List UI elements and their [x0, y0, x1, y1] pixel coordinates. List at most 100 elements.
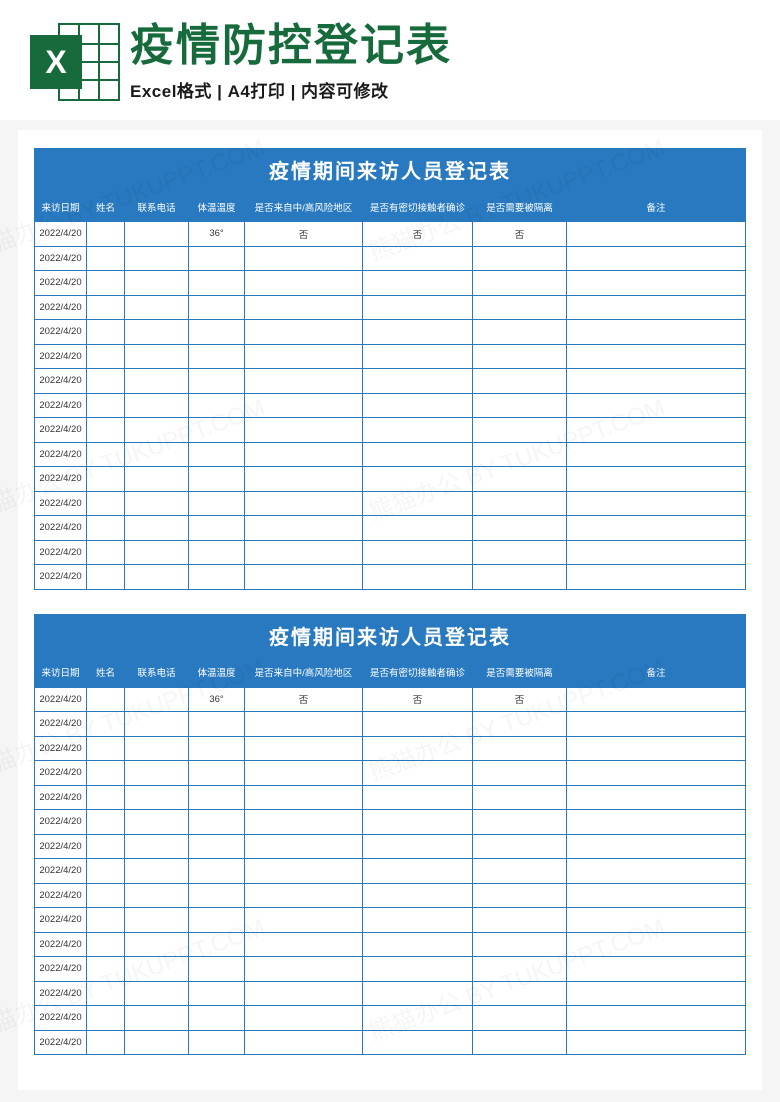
table-row: 2022/4/20 — [35, 883, 746, 908]
cell-date: 2022/4/20 — [35, 883, 87, 908]
cell-date: 2022/4/20 — [35, 957, 87, 982]
cell-date: 2022/4/20 — [35, 712, 87, 737]
table-row: 2022/4/20 — [35, 271, 746, 296]
cell-contact — [363, 246, 473, 271]
table-row: 2022/4/20 — [35, 736, 746, 761]
cell-contact — [363, 859, 473, 884]
cell-name — [87, 810, 125, 835]
table-row: 2022/4/20 — [35, 369, 746, 394]
column-header: 体温温度 — [189, 192, 245, 222]
cell-name — [87, 957, 125, 982]
cell-contact — [363, 320, 473, 345]
excel-icon-letter: X — [45, 44, 66, 81]
template-subtitle: Excel格式 | A4打印 | 内容可修改 — [130, 77, 750, 102]
cell-contact — [363, 442, 473, 467]
cell-phone — [125, 222, 189, 247]
cell-date: 2022/4/20 — [35, 393, 87, 418]
cell-name — [87, 369, 125, 394]
cell-phone — [125, 687, 189, 712]
cell-note — [567, 442, 746, 467]
cell-phone — [125, 736, 189, 761]
cell-phone — [125, 1030, 189, 1055]
cell-contact — [363, 271, 473, 296]
cell-quarantine — [473, 271, 567, 296]
cell-risk — [245, 565, 363, 590]
cell-date: 2022/4/20 — [35, 1006, 87, 1031]
cell-contact — [363, 467, 473, 492]
cell-quarantine — [473, 516, 567, 541]
cell-phone — [125, 271, 189, 296]
table-row: 2022/4/2036°否否否 — [35, 687, 746, 712]
cell-note — [567, 320, 746, 345]
column-header: 是否来自中/高风险地区 — [245, 657, 363, 687]
cell-date: 2022/4/20 — [35, 271, 87, 296]
cell-note — [567, 418, 746, 443]
cell-quarantine: 否 — [473, 687, 567, 712]
table-row: 2022/4/20 — [35, 344, 746, 369]
cell-contact: 否 — [363, 687, 473, 712]
cell-name — [87, 785, 125, 810]
cell-name — [87, 467, 125, 492]
cell-date: 2022/4/20 — [35, 810, 87, 835]
cell-contact — [363, 785, 473, 810]
cell-contact — [363, 981, 473, 1006]
cell-name — [87, 320, 125, 345]
cell-date: 2022/4/20 — [35, 491, 87, 516]
cell-quarantine — [473, 883, 567, 908]
registration-table: 来访日期姓名联系电话体温温度是否来自中/高风险地区是否有密切接触者确诊是否需要被… — [34, 191, 746, 590]
cell-date: 2022/4/20 — [35, 834, 87, 859]
cell-name — [87, 687, 125, 712]
cell-quarantine — [473, 344, 567, 369]
cell-name — [87, 761, 125, 786]
cell-contact — [363, 393, 473, 418]
cell-risk — [245, 271, 363, 296]
column-header: 备注 — [567, 192, 746, 222]
cell-risk — [245, 516, 363, 541]
table-row: 2022/4/20 — [35, 810, 746, 835]
cell-name — [87, 1006, 125, 1031]
cell-contact — [363, 1030, 473, 1055]
cell-phone — [125, 246, 189, 271]
column-header: 是否有密切接触者确诊 — [363, 192, 473, 222]
cell-contact — [363, 540, 473, 565]
cell-note — [567, 834, 746, 859]
cell-quarantine: 否 — [473, 222, 567, 247]
cell-contact — [363, 491, 473, 516]
cell-date: 2022/4/20 — [35, 442, 87, 467]
cell-name — [87, 932, 125, 957]
column-header: 联系电话 — [125, 657, 189, 687]
cell-risk — [245, 883, 363, 908]
cell-note — [567, 687, 746, 712]
cell-note — [567, 785, 746, 810]
cell-name — [87, 712, 125, 737]
cell-risk — [245, 834, 363, 859]
cell-date: 2022/4/20 — [35, 736, 87, 761]
cell-name — [87, 442, 125, 467]
cell-quarantine — [473, 491, 567, 516]
table-row: 2022/4/20 — [35, 712, 746, 737]
cell-date: 2022/4/20 — [35, 1030, 87, 1055]
cell-note — [567, 516, 746, 541]
cell-quarantine — [473, 393, 567, 418]
cell-date: 2022/4/20 — [35, 859, 87, 884]
cell-risk — [245, 736, 363, 761]
cell-contact — [363, 1006, 473, 1031]
cell-name — [87, 1030, 125, 1055]
cell-quarantine — [473, 785, 567, 810]
cell-date: 2022/4/20 — [35, 369, 87, 394]
cell-risk — [245, 246, 363, 271]
cell-temp: 36° — [189, 687, 245, 712]
column-header: 是否需要被隔离 — [473, 192, 567, 222]
cell-quarantine — [473, 859, 567, 884]
cell-note — [567, 1030, 746, 1055]
cell-phone — [125, 344, 189, 369]
cell-risk — [245, 491, 363, 516]
cell-quarantine — [473, 467, 567, 492]
table-row: 2022/4/20 — [35, 246, 746, 271]
cell-note — [567, 883, 746, 908]
cell-temp — [189, 442, 245, 467]
table-row: 2022/4/20 — [35, 761, 746, 786]
cell-temp — [189, 859, 245, 884]
cell-contact — [363, 565, 473, 590]
form-title: 疫情期间来访人员登记表 — [34, 148, 746, 191]
